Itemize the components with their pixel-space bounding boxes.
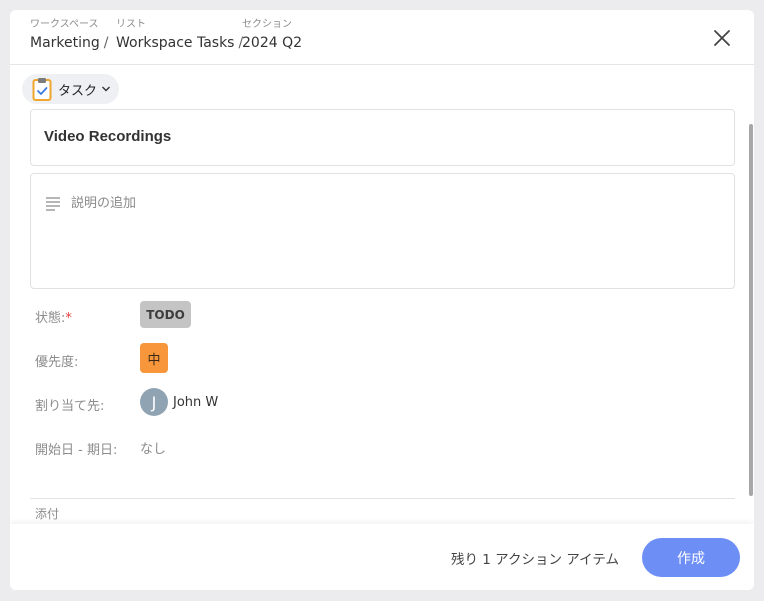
breadcrumb-caption: リスト <box>116 19 146 30</box>
description-input[interactable]: 説明の追加 <box>30 173 735 289</box>
breadcrumb-caption: セクション <box>242 19 292 30</box>
breadcrumb-value: 2024 Q2 <box>242 35 303 51</box>
dialog-header: ワークスペース Marketing / リスト Workspace Tasks / … <box>10 10 754 65</box>
scrollbar[interactable] <box>749 124 753 496</box>
priority-badge[interactable]: 中 <box>140 343 168 373</box>
dialog-footer: 残り 1 アクション アイテム 作成 <box>10 524 754 590</box>
dialog-content[interactable]: タスク Video Recordings 説明の追加 状態:* TODO 優先度… <box>10 66 754 524</box>
dates-label: 開始日 - 期日: <box>35 443 118 458</box>
breadcrumb-list[interactable]: リスト Workspace Tasks / <box>116 19 243 52</box>
breadcrumb-caption: ワークスペース <box>30 19 99 30</box>
attachments-label: 添付 <box>35 507 60 521</box>
divider <box>30 498 735 499</box>
text-lines-icon <box>46 197 60 211</box>
breadcrumb-value: Marketing <box>30 35 100 51</box>
status-label: 状態:* <box>35 307 72 326</box>
close-button[interactable] <box>710 26 734 50</box>
breadcrumb-separator: / <box>103 35 109 51</box>
assignee-selector[interactable]: J John W <box>140 388 218 416</box>
status-badge[interactable]: TODO <box>140 301 191 328</box>
description-placeholder: 説明の追加 <box>71 196 137 211</box>
breadcrumb-value: Workspace Tasks <box>116 35 235 51</box>
chevron-down-icon <box>102 86 111 92</box>
dates-value[interactable]: なし <box>140 438 166 457</box>
breadcrumb-workspace[interactable]: ワークスペース Marketing / <box>30 19 109 52</box>
assignee-name: John W <box>173 394 219 410</box>
task-type-label: タスク <box>58 83 98 99</box>
task-type-selector[interactable]: タスク <box>22 74 119 104</box>
remaining-action-items: 残り 1 アクション アイテム <box>451 552 619 568</box>
close-icon <box>714 30 730 46</box>
breadcrumb-section[interactable]: セクション 2024 Q2 <box>242 19 302 52</box>
priority-label: 優先度: <box>35 355 79 370</box>
required-mark: * <box>65 311 72 326</box>
avatar: J <box>140 388 168 416</box>
create-button[interactable]: 作成 <box>642 538 740 577</box>
assignee-label: 割り当て先: <box>35 399 105 414</box>
task-title-input[interactable]: Video Recordings <box>30 109 735 166</box>
status-label-text: 状態: <box>35 311 66 326</box>
clipboard-check-icon <box>32 78 52 101</box>
create-task-dialog: ワークスペース Marketing / リスト Workspace Tasks / … <box>10 10 754 590</box>
